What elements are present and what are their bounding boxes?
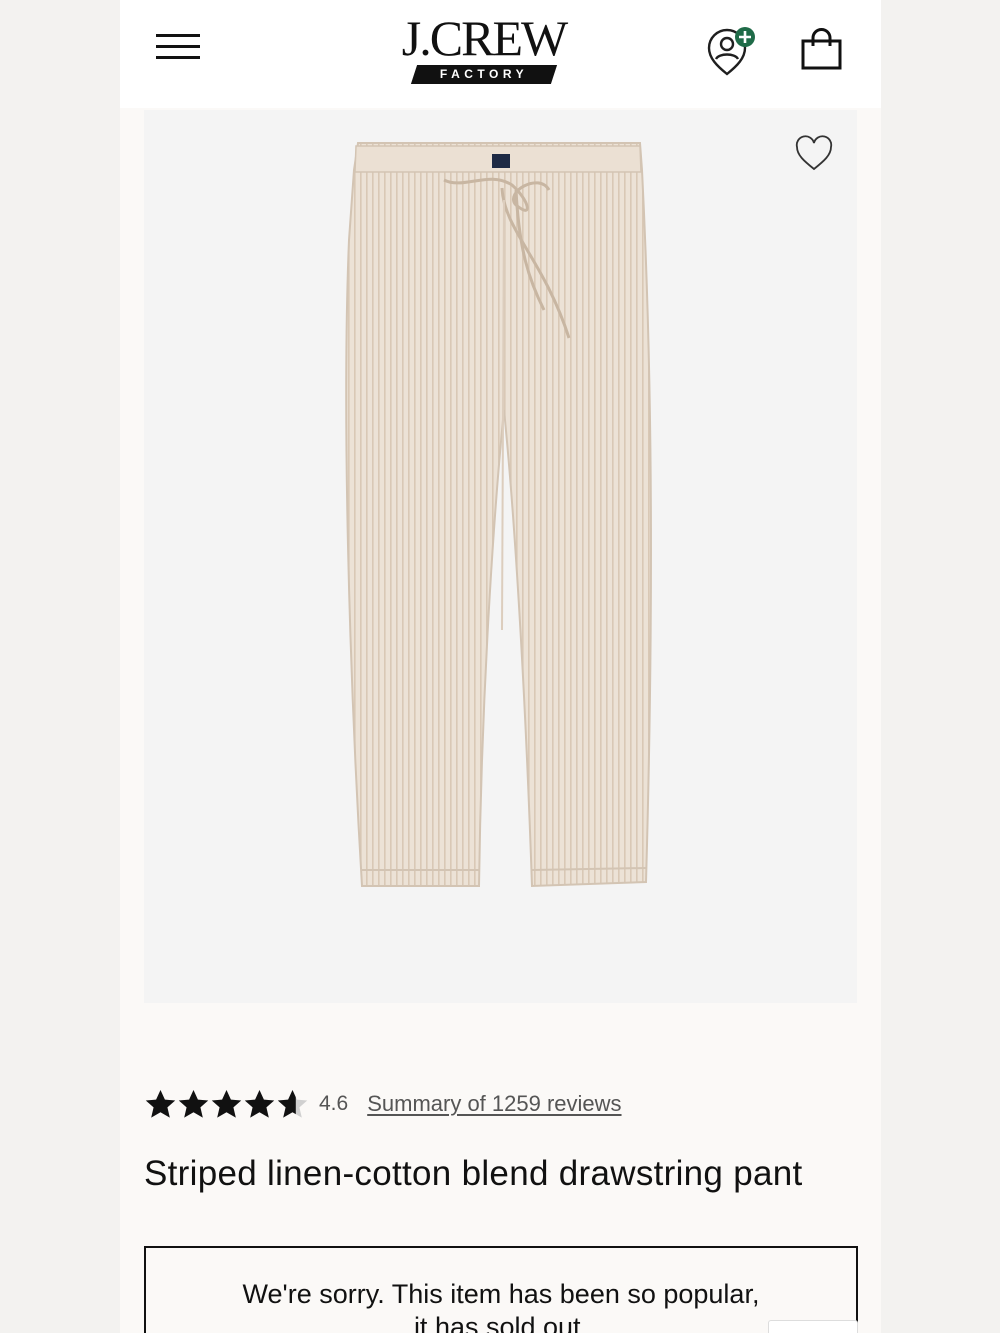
brand-sub: FACTORY (439, 67, 529, 81)
reviews-summary-link[interactable]: Summary of 1259 reviews (367, 1091, 621, 1117)
star-rating (144, 1088, 309, 1121)
pants-illustration (345, 142, 652, 888)
account-add-icon (707, 27, 755, 76)
bag-button[interactable] (800, 28, 844, 72)
product-page: J.CREW FACTORY 4.6 Summary of 1259 revie… (120, 0, 881, 1333)
menu-button[interactable] (156, 32, 202, 62)
menu-bar-icon (156, 45, 200, 48)
menu-bar-icon (156, 34, 200, 37)
product-image[interactable] (144, 110, 857, 1003)
account-button[interactable] (703, 24, 759, 80)
star-icon (211, 1089, 242, 1118)
star-icon (244, 1089, 275, 1118)
sold-out-message: We're sorry. This item has been so popul… (146, 1278, 856, 1333)
star-icon (145, 1089, 176, 1118)
floating-widget[interactable] (768, 1320, 858, 1333)
brand-logo[interactable]: J.CREW FACTORY (386, 12, 582, 88)
sold-out-notice: We're sorry. This item has been so popul… (144, 1246, 858, 1333)
shopping-bag-icon (801, 28, 842, 70)
rating-row: 4.6 Summary of 1259 reviews (144, 1086, 622, 1122)
wishlist-heart-icon (795, 135, 833, 171)
star-icon (277, 1089, 308, 1118)
menu-bar-icon (156, 56, 200, 59)
brand-name: J.CREW (401, 10, 568, 66)
site-header: J.CREW FACTORY (120, 0, 881, 108)
star-icon (178, 1089, 209, 1118)
rating-value: 4.6 (319, 1092, 349, 1115)
wishlist-button[interactable] (794, 135, 834, 173)
product-title: Striped linen-cotton blend drawstring pa… (144, 1154, 803, 1193)
sold-out-line: We're sorry. This item has been so popul… (242, 1279, 760, 1309)
sold-out-line: it has sold out. (413, 1312, 589, 1333)
